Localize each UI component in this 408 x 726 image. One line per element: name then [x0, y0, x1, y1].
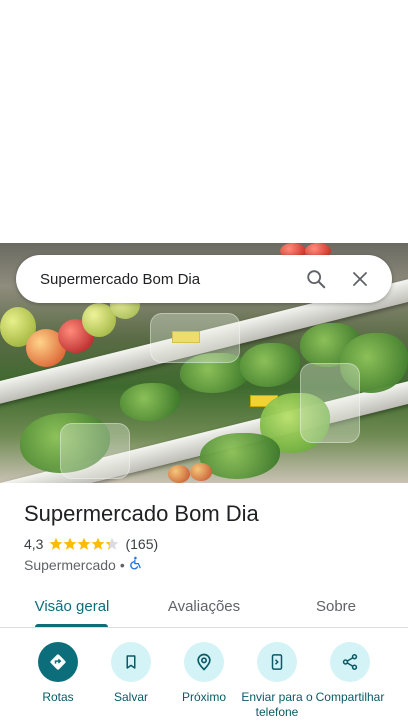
- nearby-label: Próximo: [181, 690, 226, 704]
- greens: [240, 343, 300, 387]
- send-to-phone-icon: [257, 642, 297, 682]
- directions-button[interactable]: Rotas: [20, 642, 96, 705]
- tab-about[interactable]: Sobre: [296, 586, 376, 626]
- greens: [120, 383, 180, 421]
- tab-bar: Visão geral Avaliações Sobre: [0, 586, 408, 628]
- share-label: Compartilhar: [315, 690, 385, 704]
- nearby-button[interactable]: Próximo: [166, 642, 242, 705]
- close-icon[interactable]: [338, 257, 382, 301]
- star-icon: [92, 537, 105, 550]
- tab-reviews[interactable]: Avaliações: [154, 586, 254, 626]
- fruit: [190, 463, 212, 481]
- directions-label: Rotas: [42, 690, 74, 704]
- map-blank-area: [0, 0, 408, 243]
- save-label: Salvar: [113, 690, 148, 704]
- send-to-phone-button[interactable]: Enviar para o telefone: [239, 642, 315, 720]
- greens: [200, 433, 280, 479]
- separator: •: [119, 556, 125, 573]
- place-category: Supermercado: [24, 556, 116, 573]
- bookmark-icon: [111, 642, 151, 682]
- search-query[interactable]: Supermercado Bom Dia: [40, 271, 294, 288]
- share-button[interactable]: Compartilhar: [312, 642, 388, 705]
- nearby-icon: [184, 642, 224, 682]
- star-icon: [106, 537, 119, 550]
- place-title: Supermercado Bom Dia: [24, 501, 259, 526]
- fruit: [168, 465, 190, 483]
- action-bar: Rotas Salvar Próximo Enviar para o telef…: [0, 642, 408, 726]
- rating-value: 4,3: [24, 536, 44, 552]
- produce-bag: [300, 363, 360, 443]
- active-tab-indicator: [35, 624, 108, 627]
- wheelchair-accessible-icon: [129, 556, 143, 573]
- directions-icon: [38, 642, 78, 682]
- rating-row[interactable]: 4,3 (165): [24, 536, 158, 552]
- star-icon: [64, 537, 77, 550]
- category-row: Supermercado •: [24, 556, 143, 573]
- produce-bag: [60, 423, 130, 479]
- produce-bag: [150, 313, 240, 363]
- tab-overview[interactable]: Visão geral: [22, 586, 122, 626]
- star-icon: [50, 537, 63, 550]
- star-rating: [49, 537, 119, 551]
- search-bar[interactable]: Supermercado Bom Dia: [16, 255, 392, 303]
- share-icon: [330, 642, 370, 682]
- save-button[interactable]: Salvar: [93, 642, 169, 705]
- review-count[interactable]: (165): [125, 536, 158, 552]
- search-icon[interactable]: [294, 257, 338, 301]
- send-to-phone-label: Enviar para o telefone: [241, 690, 313, 719]
- star-icon: [78, 537, 91, 550]
